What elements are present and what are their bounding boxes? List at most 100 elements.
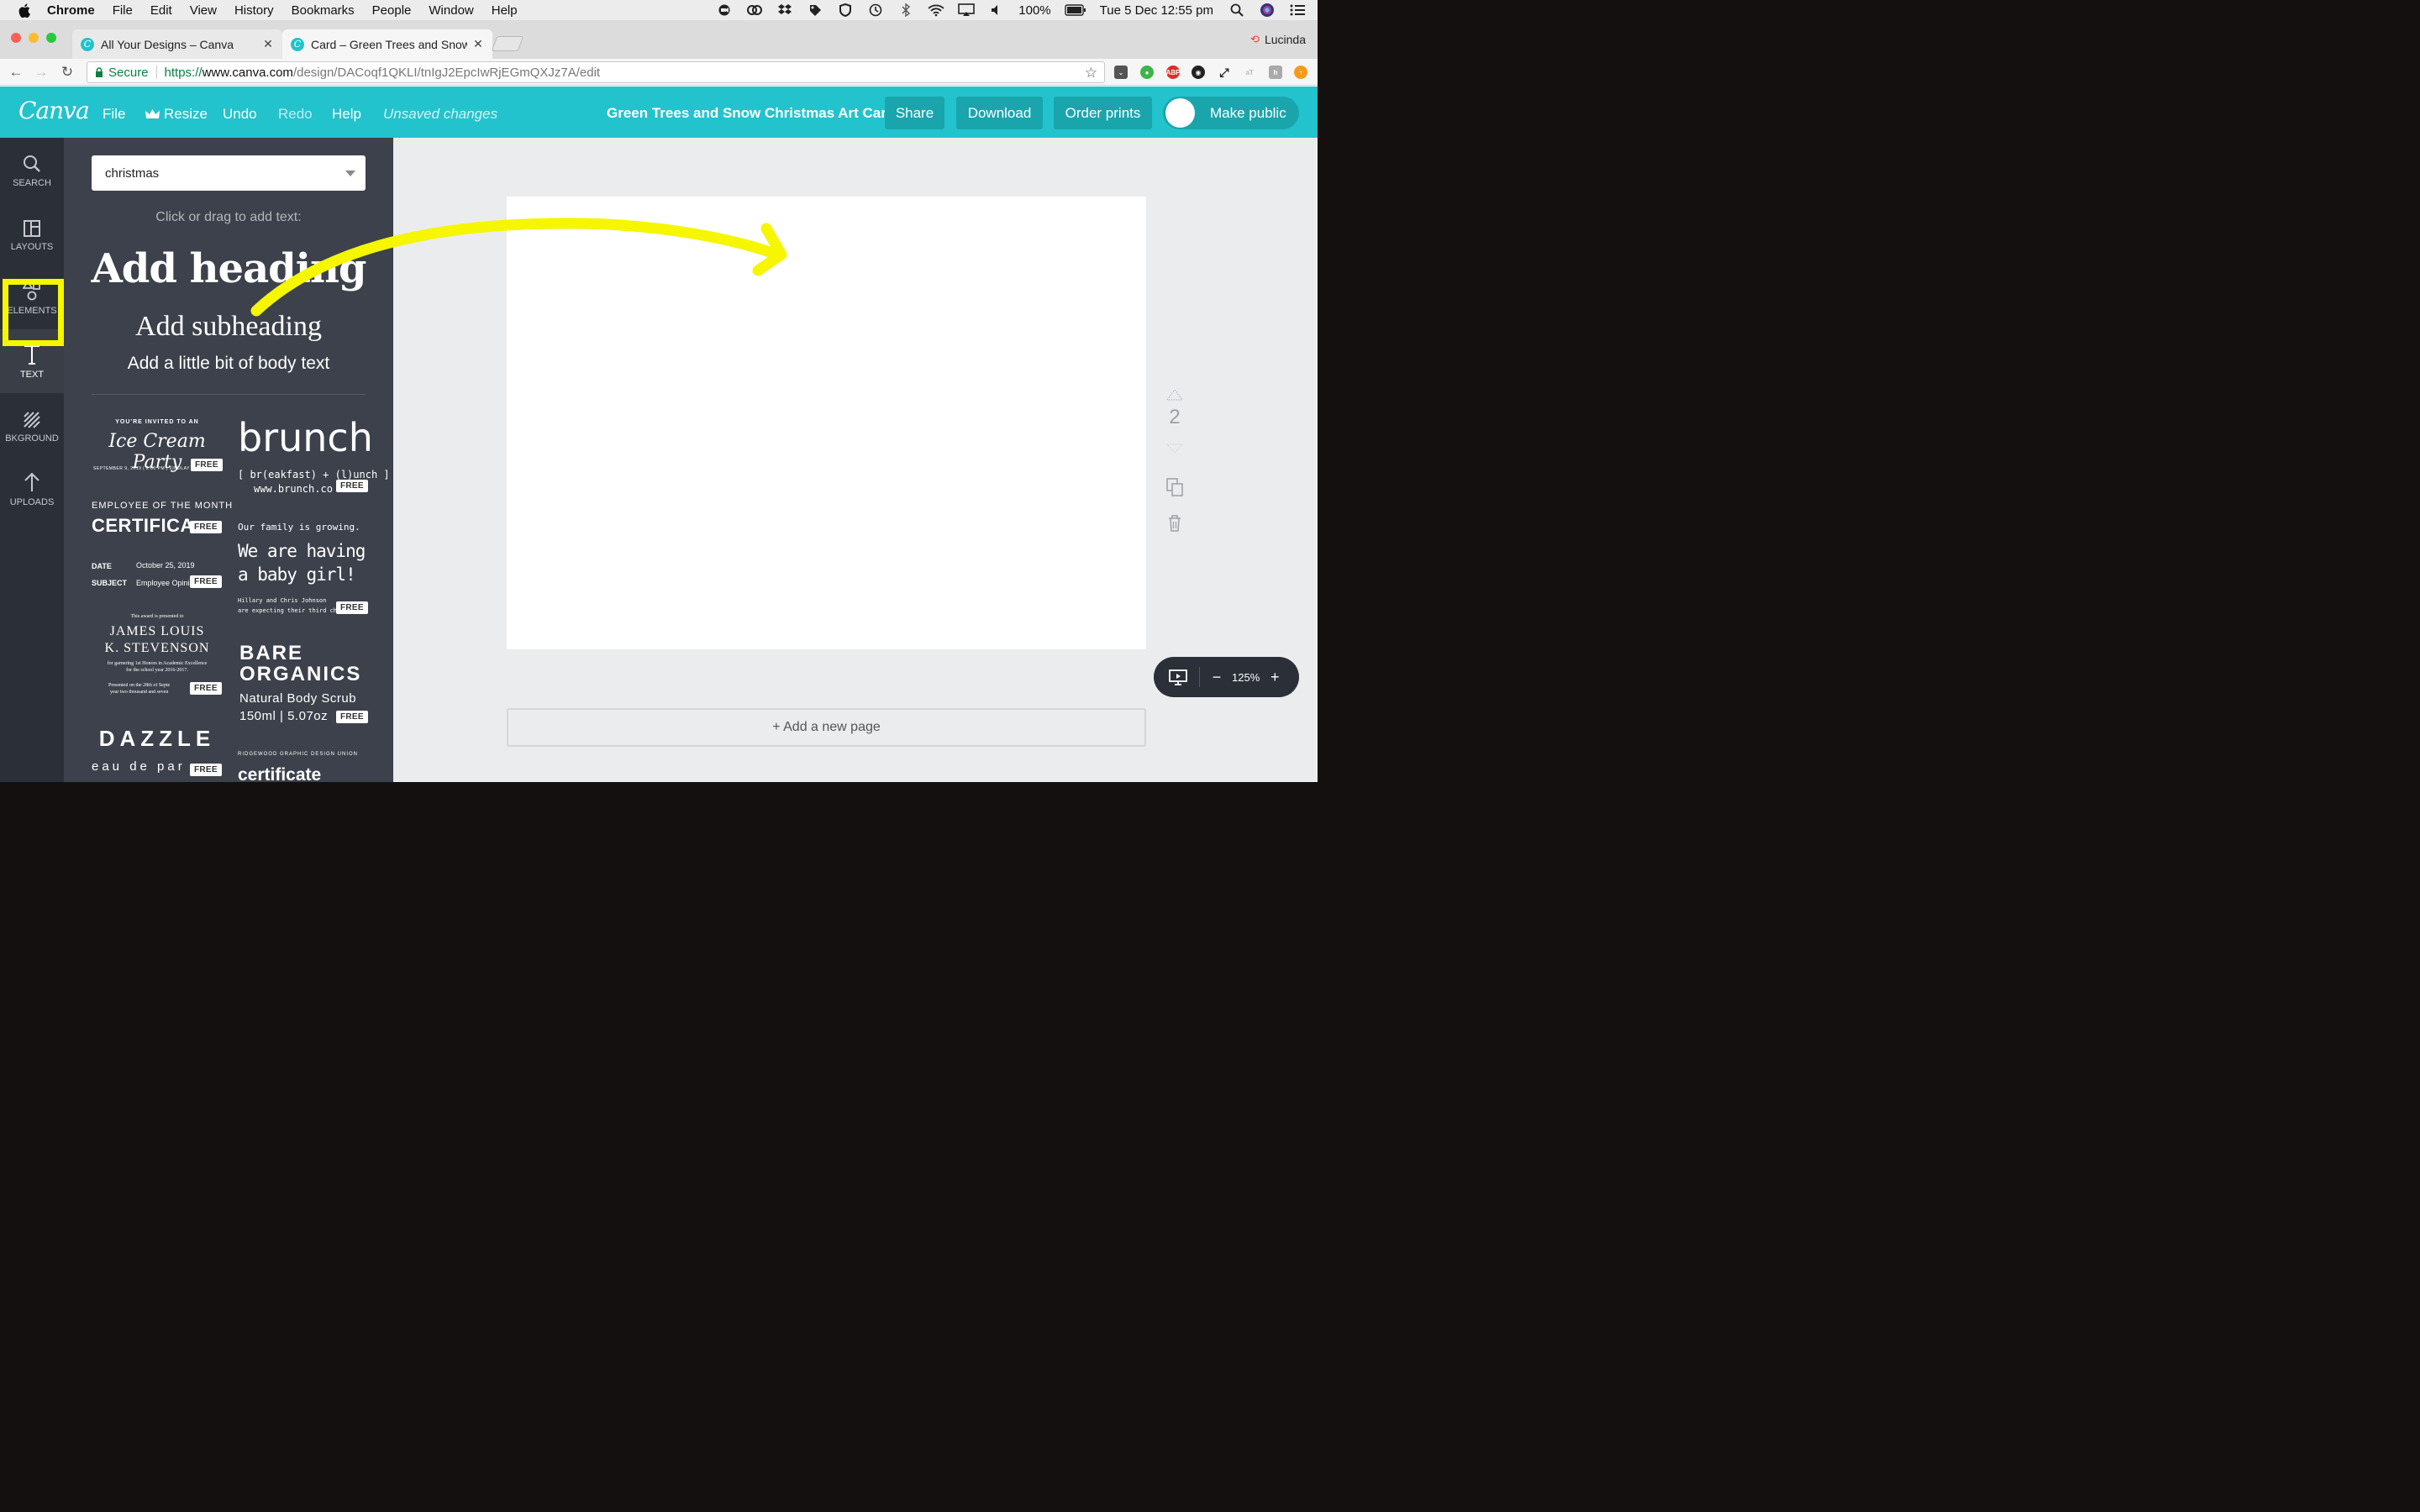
minimize-window-button[interactable] (29, 33, 39, 43)
shield-icon[interactable] (837, 3, 854, 17)
undo-button[interactable]: Undo (223, 106, 257, 123)
zoom-in-button[interactable]: + (1268, 669, 1281, 686)
menu-view[interactable]: View (190, 3, 217, 18)
template-bare-organics[interactable]: BARE ORGANICS Natural Body Scrub 150ml |… (239, 642, 370, 726)
template-ice-cream-party[interactable]: YOU'RE INVITED TO AN Ice Cream Party SEP… (92, 419, 223, 478)
close-tab-icon[interactable]: ✕ (262, 37, 274, 51)
battery-percent: 100% (1018, 3, 1051, 18)
duplicate-page-icon[interactable] (1166, 478, 1183, 496)
menu-people[interactable]: People (372, 3, 412, 18)
profile-button[interactable]: ⟲ Lucinda (1250, 33, 1306, 46)
pocket-icon[interactable]: ⌄ (1114, 66, 1128, 79)
tag-icon[interactable] (807, 3, 823, 17)
menu-file[interactable]: File (113, 3, 133, 18)
file-menu[interactable]: File (103, 106, 125, 123)
crown-icon (145, 109, 160, 118)
share-button[interactable]: Share (885, 97, 944, 129)
profile-icon: ⟲ (1250, 33, 1260, 45)
canva-logo[interactable]: Canva (18, 97, 90, 124)
tab-all-designs[interactable]: C All Your Designs – Canva ✕ (72, 29, 282, 59)
close-tab-icon[interactable]: ✕ (472, 37, 484, 51)
template-brunch[interactable]: brunch [ br(eakfast) + (l)unch ] www.bru… (238, 415, 390, 495)
add-body-text-option[interactable]: Add a little bit of body text (64, 354, 393, 374)
zoom-out-button[interactable]: − (1210, 669, 1223, 686)
tab-title: All Your Designs – Canva (101, 37, 234, 51)
video-icon[interactable] (716, 3, 733, 17)
lock-icon (95, 67, 103, 77)
add-subheading-option[interactable]: Add subheading (64, 311, 393, 343)
reload-icon[interactable]: ↻ (59, 64, 76, 81)
menu-help[interactable]: Help (492, 3, 518, 18)
forward-arrow-icon[interactable]: → (33, 64, 50, 81)
delete-page-icon[interactable] (1166, 515, 1183, 532)
bluetooth-icon[interactable] (897, 3, 914, 17)
rail-item-background[interactable]: BKGROUND (0, 393, 64, 457)
redo-button[interactable]: Redo (278, 106, 313, 123)
close-window-button[interactable] (11, 33, 21, 43)
siri-icon[interactable] (1259, 3, 1276, 17)
rail-item-layouts[interactable]: LAYOUTS (0, 202, 64, 265)
airplay-icon[interactable] (958, 3, 976, 17)
new-tab-button[interactable] (491, 36, 524, 51)
creative-cloud-icon[interactable] (746, 3, 763, 17)
menu-window[interactable]: Window (429, 3, 473, 18)
menu-edit[interactable]: Edit (150, 3, 172, 18)
back-arrow-icon[interactable]: ← (8, 64, 24, 81)
apple-icon[interactable] (18, 3, 34, 18)
help-button[interactable]: Help (332, 106, 361, 123)
menubar-clock[interactable]: Tue 5 Dec 12:55 pm (1100, 3, 1213, 18)
rail-label: SEARCH (13, 178, 51, 188)
time-machine-icon[interactable] (867, 3, 884, 17)
evernote-icon[interactable]: ● (1140, 66, 1154, 79)
hootsuite-icon[interactable]: h (1269, 66, 1282, 79)
move-page-down-icon[interactable] (1166, 440, 1183, 457)
template-employee-certificate[interactable]: EMPLOYEE OF THE MONTH CERTIFICA FREE DAT… (92, 499, 232, 600)
move-page-up-icon[interactable] (1166, 386, 1183, 403)
volume-icon[interactable] (988, 3, 1005, 17)
free-badge: FREE (190, 521, 222, 533)
document-title[interactable]: Green Trees and Snow Christmas Art Card (607, 105, 895, 122)
menu-bookmarks[interactable]: Bookmarks (292, 3, 355, 18)
make-public-toggle[interactable]: Make public (1163, 97, 1299, 129)
battery-icon[interactable] (1064, 3, 1086, 17)
design-page[interactable] (507, 197, 1146, 649)
rail-item-uploads[interactable]: UPLOADS (0, 457, 64, 521)
resize-button[interactable]: Resize (145, 106, 208, 123)
address-bar[interactable]: Secure https:// www.canva.com /design/DA… (87, 61, 1105, 83)
adblock-plus-icon[interactable]: ABP (1166, 66, 1180, 79)
zoom-level[interactable]: 125% (1232, 671, 1260, 684)
add-new-page-button[interactable]: + Add a new page (507, 708, 1146, 747)
tab-card-green-trees[interactable]: C Card – Green Trees and Snow C ✕ (282, 29, 492, 59)
present-icon[interactable] (1169, 669, 1187, 685)
template-dazzle[interactable]: DAZZLE eau de par FREE (92, 726, 223, 782)
resize-label: Resize (164, 106, 208, 122)
download-button[interactable]: Download (956, 97, 1043, 129)
dropbox-icon[interactable] (776, 3, 793, 17)
bookmark-star-icon[interactable]: ☆ (1085, 65, 1097, 81)
template-award-certificate[interactable]: This award is presented to JAMES LOUIS K… (92, 614, 223, 706)
template-text: Employee Opini (136, 579, 190, 587)
color-picker-icon[interactable]: ◉ (1192, 66, 1205, 79)
template-text: YOU'RE INVITED TO AN (115, 419, 199, 425)
menu-history[interactable]: History (234, 3, 274, 18)
spotlight-icon[interactable] (1228, 3, 1245, 17)
template-baby-girl[interactable]: Our family is growing. We are having a b… (238, 522, 368, 631)
maximize-window-button[interactable] (46, 33, 56, 43)
resize-extension-icon[interactable]: ⤢ (1218, 66, 1231, 79)
notification-center-icon[interactable] (1289, 3, 1306, 17)
menu-app-name[interactable]: Chrome (47, 3, 95, 18)
rail-item-search[interactable]: SEARCH (0, 138, 64, 202)
wifi-icon[interactable] (928, 3, 944, 17)
order-prints-button[interactable]: Order prints (1054, 97, 1152, 129)
text-search-dropdown[interactable]: christmas (92, 155, 366, 191)
add-heading-option[interactable]: Add heading (64, 245, 393, 292)
text-panel: christmas Click or drag to add text: Add… (64, 138, 393, 782)
template-text: DATE (92, 562, 112, 570)
template-certificate[interactable]: RIDGEWOOD GRAPHIC DESIGN UNION certifica… (238, 752, 368, 782)
upload-extension-icon[interactable]: ↑ (1294, 66, 1307, 79)
font-extension-icon[interactable]: aT (1243, 66, 1256, 79)
rail-label: LAYOUTS (10, 242, 54, 252)
layouts-icon (24, 215, 40, 237)
canva-favicon-icon: C (81, 37, 94, 51)
browser-window: C All Your Designs – Canva ✕ C Card – Gr… (0, 20, 1318, 782)
